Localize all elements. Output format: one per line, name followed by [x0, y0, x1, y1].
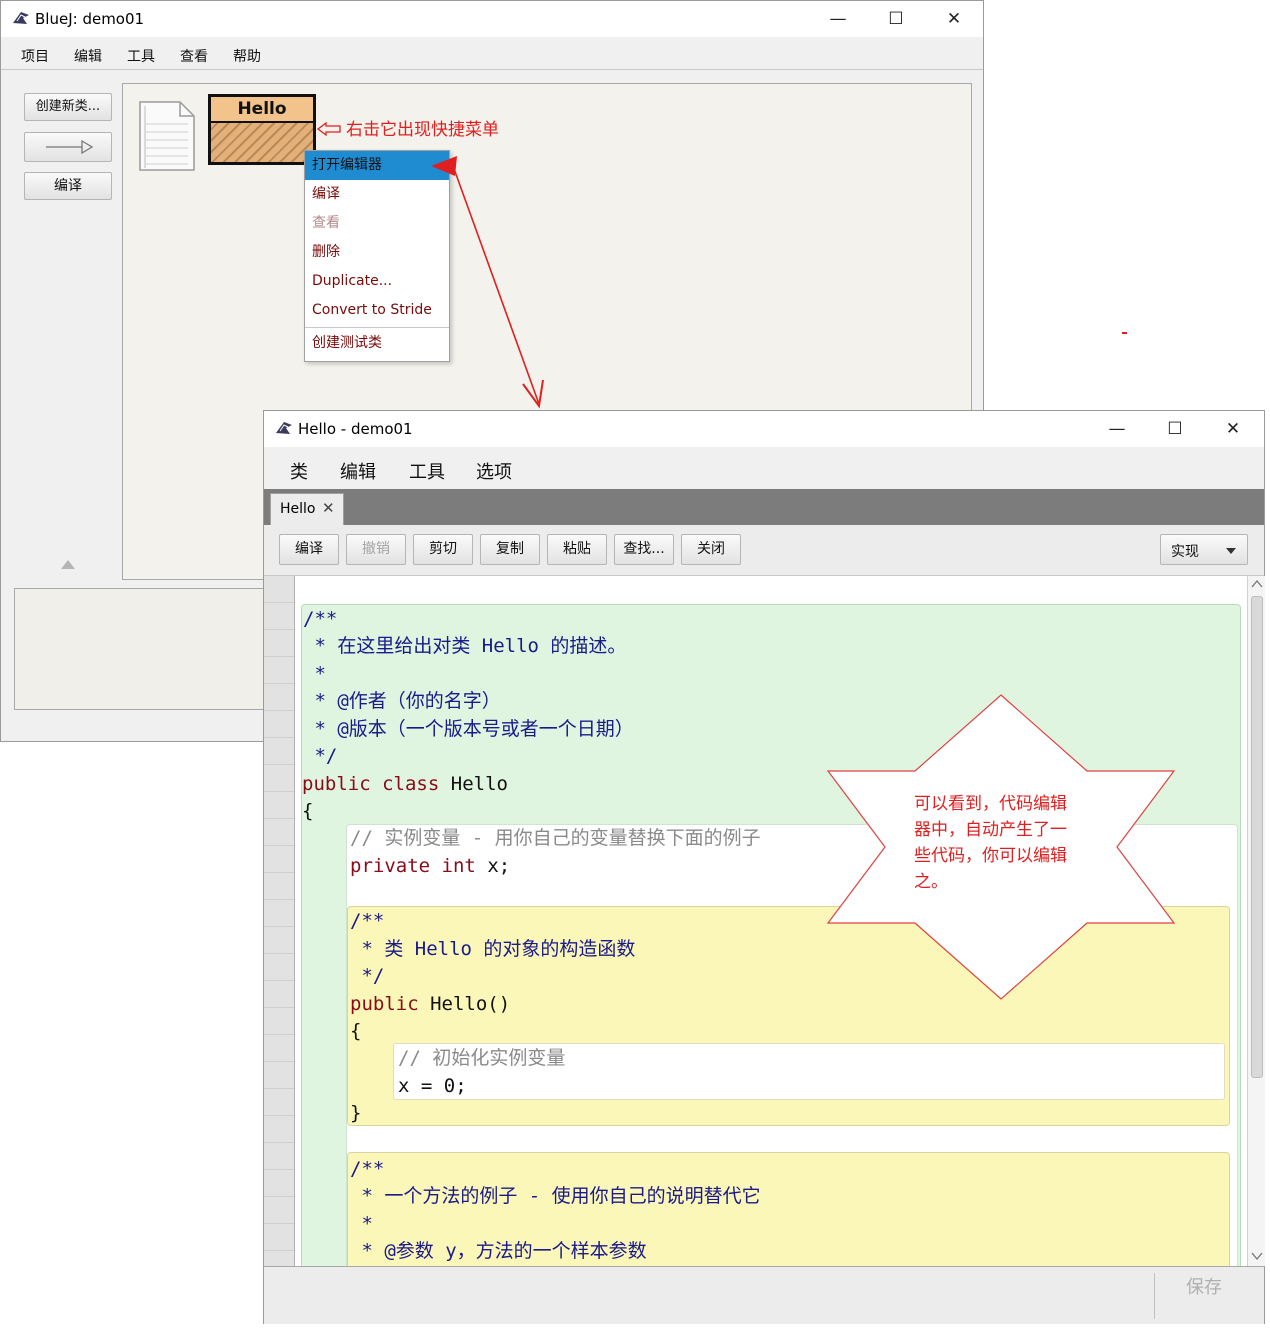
code-line: * 类 Hello 的对象的构造函数 — [350, 938, 636, 960]
star-note-line: 器中，自动产生了一 — [914, 820, 1067, 840]
editor-status-bar: 保存 — [264, 1266, 1264, 1324]
object-bench — [14, 588, 294, 710]
main-menubar: 项目 编辑 工具 查看 帮助 — [1, 37, 983, 70]
code-line: } — [350, 1102, 362, 1124]
constructor-declaration: public Hello() — [350, 993, 511, 1015]
scroll-down-icon[interactable] — [1251, 1252, 1263, 1260]
tab-hello[interactable]: Hello ✕ — [270, 493, 344, 525]
readme-document-icon[interactable] — [136, 98, 198, 174]
arrow-icon — [46, 139, 94, 155]
code-line: * — [303, 663, 326, 685]
menu-project[interactable]: 项目 — [21, 46, 49, 66]
code-line: /** — [350, 910, 385, 932]
menu-help[interactable]: 帮助 — [233, 46, 261, 66]
undo-button: 撤销 — [346, 534, 406, 565]
hello-class-label: Hello — [211, 97, 313, 123]
code-line: * @作者（你的名字） — [303, 690, 501, 712]
code-line: * — [350, 1213, 373, 1235]
double-arrow-annotation-icon — [431, 156, 544, 409]
menu-edit[interactable]: 编辑 — [340, 458, 376, 484]
code-line: /** — [350, 1158, 385, 1180]
main-titlebar: BlueJ: demo01 — ☐ ✕ — [1, 1, 983, 37]
hello-class-box[interactable]: Hello — [208, 94, 316, 165]
compile-button[interactable]: 编译 — [279, 534, 339, 565]
view-select[interactable]: 实现 — [1160, 534, 1248, 565]
close-button[interactable]: ✕ — [925, 1, 983, 37]
code-line: */ — [350, 965, 385, 987]
editor-window-title: Hello - demo01 — [298, 420, 413, 438]
star-note: 可以看到，代码编辑 器中，自动产生了一 些代码，你可以编辑 之。 — [914, 791, 1104, 895]
vertical-scrollbar[interactable] — [1247, 576, 1265, 1266]
minimize-button[interactable]: — — [809, 1, 867, 37]
dropdown-arrow-icon — [1226, 548, 1236, 554]
menu-class[interactable]: 类 — [290, 458, 308, 484]
menu-edit[interactable]: 编辑 — [74, 46, 102, 66]
code-line: // 实例变量 - 用你自己的变量替换下面的例子 — [350, 827, 761, 849]
star-note-line: 些代码，你可以编辑 — [914, 846, 1067, 866]
arrow-button[interactable] — [24, 132, 112, 162]
compile-side-button[interactable]: 编译 — [24, 172, 112, 200]
star-note-line: 之。 — [914, 872, 948, 892]
code-line: { — [302, 800, 314, 822]
menu-options[interactable]: 选项 — [476, 458, 512, 484]
find-button[interactable]: 查找... — [614, 534, 674, 565]
maximize-button[interactable]: ☐ — [867, 1, 925, 37]
menu-view[interactable]: 查看 — [180, 46, 208, 66]
status-divider — [1154, 1273, 1155, 1319]
minimize-button[interactable]: — — [1088, 411, 1146, 447]
paste-button[interactable]: 粘贴 — [547, 534, 607, 565]
code-line: */ — [303, 745, 338, 767]
copy-button[interactable]: 复制 — [480, 534, 540, 565]
left-arrow-annotation-icon — [316, 121, 341, 137]
editor-titlebar: Hello - demo01 — ☐ ✕ — [264, 411, 1264, 447]
close-editor-button[interactable]: 关闭 — [681, 534, 741, 565]
menu-tools[interactable]: 工具 — [409, 458, 445, 484]
close-button[interactable]: ✕ — [1204, 411, 1262, 447]
editor-menubar: 类 编辑 工具 选项 — [264, 447, 1264, 489]
tab-strip: Hello ✕ — [264, 489, 1264, 525]
line-number-gutter — [264, 576, 295, 1266]
menu-tools[interactable]: 工具 — [127, 46, 155, 66]
tab-close-icon[interactable]: ✕ — [322, 499, 335, 517]
code-line: x = 0; — [398, 1075, 467, 1097]
main-window-title: BlueJ: demo01 — [35, 10, 145, 28]
code-line: // 初始化实例变量 — [398, 1047, 566, 1069]
star-note-line: 可以看到，代码编辑 — [914, 794, 1067, 814]
save-status-label: 保存 — [1186, 1277, 1222, 1298]
class-declaration: public class Hello — [302, 773, 508, 795]
cut-button[interactable]: 剪切 — [413, 534, 473, 565]
code-line: * @参数 y，方法的一个样本参数 — [350, 1240, 647, 1262]
code-line: * 一个方法的例子 - 使用你自己的说明替代它 — [350, 1185, 761, 1207]
new-class-button[interactable]: 创建新类... — [24, 93, 112, 121]
bluej-bird-icon — [276, 422, 292, 434]
scroll-up-icon[interactable] — [1251, 580, 1263, 588]
maximize-button[interactable]: ☐ — [1146, 411, 1204, 447]
code-line: /** — [303, 608, 338, 630]
editor-toolbar: 编译 撤销 剪切 复制 粘贴 查找... 关闭 实现 — [264, 525, 1264, 576]
stray-red-mark — [1122, 332, 1127, 334]
view-select-value: 实现 — [1171, 544, 1199, 560]
field-declaration: private int x; — [350, 855, 511, 877]
code-line: * @版本（一个版本号或者一个日期） — [303, 718, 634, 740]
code-line: * 在这里给出对类 Hello 的描述。 — [303, 635, 627, 657]
scrollbar-thumb[interactable] — [1251, 596, 1263, 1078]
triangle-up-icon[interactable] — [60, 558, 76, 570]
code-line: { — [350, 1020, 362, 1042]
right-click-note: 右击它出现快捷菜单 — [346, 120, 499, 140]
bluej-bird-icon — [13, 12, 29, 24]
tab-hello-label: Hello — [280, 501, 316, 517]
